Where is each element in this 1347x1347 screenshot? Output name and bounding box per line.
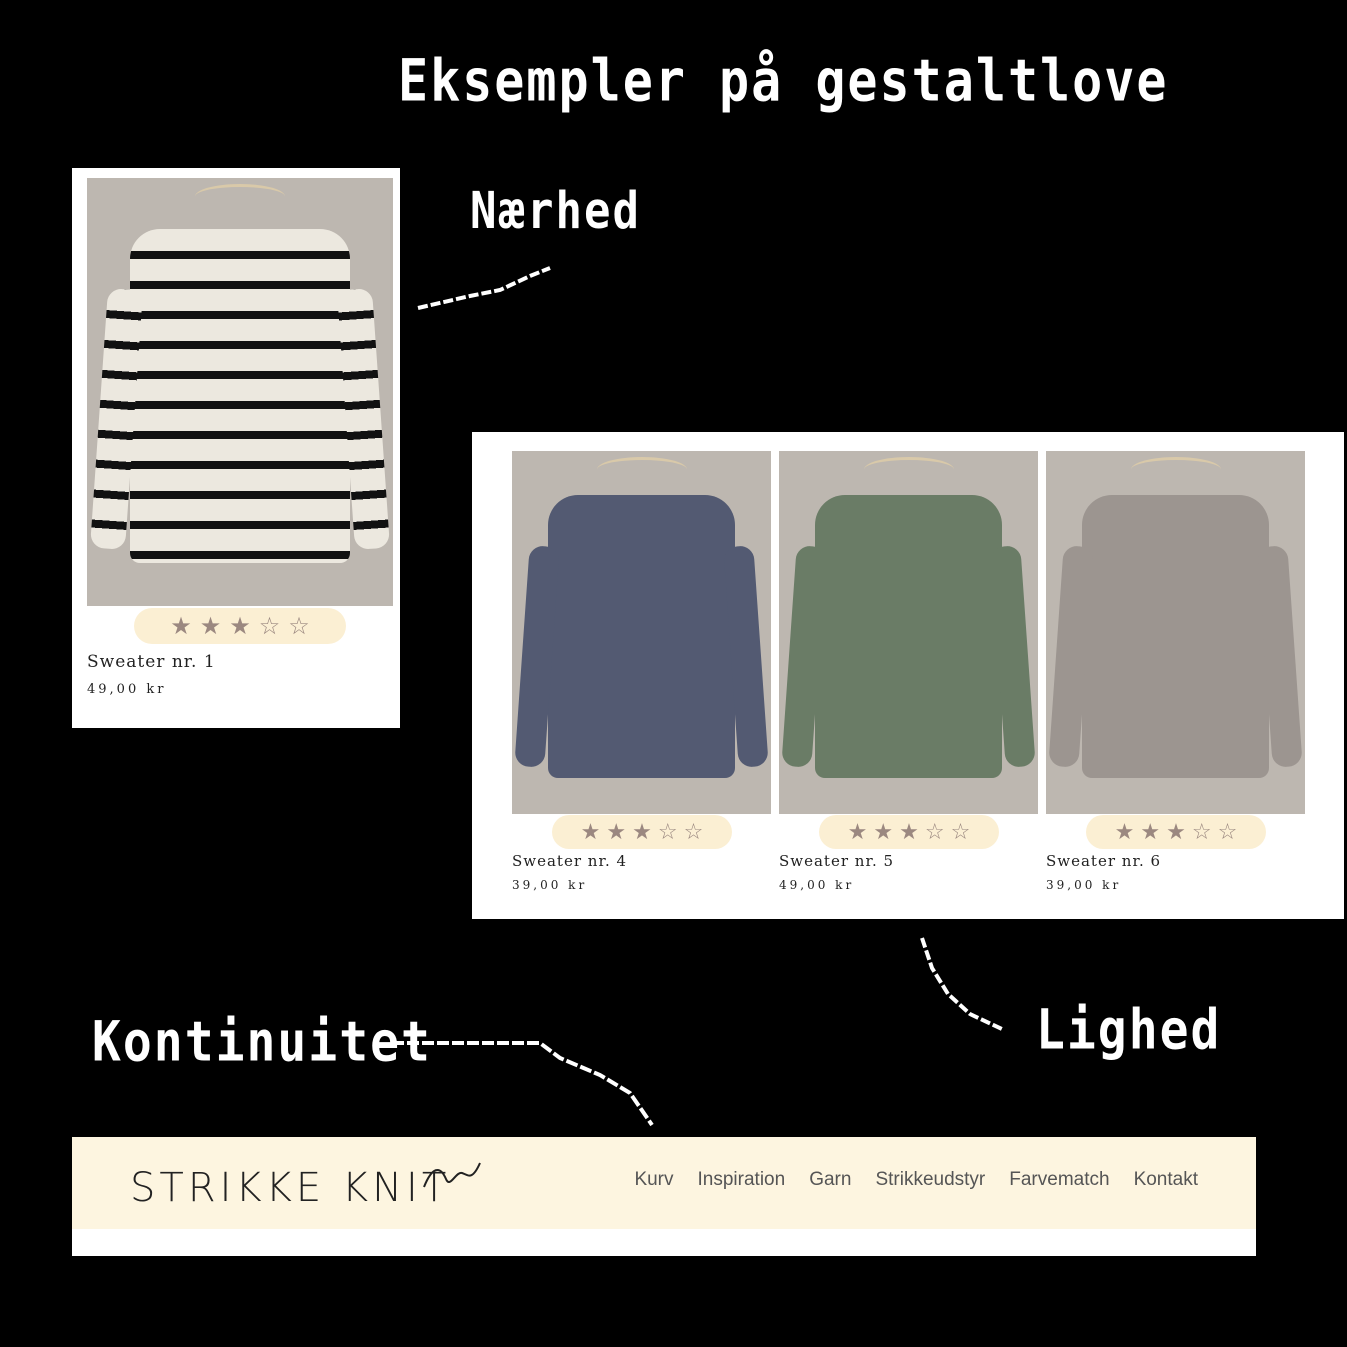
star-filled-icon: ★ <box>229 612 251 640</box>
product-price: 39,00 kr <box>512 878 588 892</box>
product-image[interactable] <box>512 451 771 814</box>
star-empty-icon: ☆ <box>258 612 281 640</box>
product-name[interactable]: Sweater nr. 5 <box>779 852 894 870</box>
star-filled-icon: ★ <box>199 612 222 640</box>
navbar: STRIKKE KNIT Kurv Inspiration Garn Strikkeu… <box>72 1137 1256 1229</box>
label-continuity: Kontinuitet <box>92 1009 432 1075</box>
rating-pill: ★ ★ ★ ☆ ☆ <box>552 815 732 849</box>
product-image[interactable] <box>87 178 393 606</box>
label-proximity: Nærhed <box>470 182 641 241</box>
rating-pill: ★ ★ ★ ☆ ☆ <box>1086 815 1266 849</box>
product-price: 39,00 kr <box>1046 878 1122 892</box>
nav-item-inspiration[interactable]: Inspiration <box>698 1169 786 1191</box>
nav-item-garn[interactable]: Garn <box>809 1169 851 1191</box>
nav-item-farvematch[interactable]: Farvematch <box>1009 1169 1109 1191</box>
product-card[interactable]: ★ ★ ★ ☆ ☆ Sweater nr. 6 39,00 kr <box>1046 432 1305 919</box>
star-filled-icon: ★ <box>170 612 192 640</box>
label-similarity: Lighed <box>1036 997 1222 1063</box>
sweater-illustration <box>781 494 1036 778</box>
nav-item-kontakt[interactable]: Kontakt <box>1134 1169 1198 1191</box>
hanger-icon <box>1130 457 1221 482</box>
star-empty-icon: ☆ <box>683 819 704 845</box>
page-title: Eksempler på gestaltlove <box>398 47 1169 115</box>
star-filled-icon: ★ <box>847 819 868 845</box>
star-filled-icon: ★ <box>899 819 919 845</box>
nav-menu: Kurv Inspiration Garn Strikkeudstyr Farvemat… <box>634 1169 1198 1191</box>
star-empty-icon: ☆ <box>1217 819 1238 845</box>
proximity-arrow-stroke <box>417 266 551 310</box>
striped-sweater-illustration <box>89 229 391 564</box>
star-filled-icon: ★ <box>873 819 894 845</box>
product-grid: ★ ★ ★ ☆ ☆ Sweater nr. 4 39,00 kr ★ ★ ★ ☆ ☆ Sweater n… <box>472 432 1344 919</box>
yarn-squiggle-icon <box>423 1162 481 1188</box>
product-price: 49,00 kr <box>87 682 167 697</box>
star-filled-icon: ★ <box>606 819 627 845</box>
product-card-single[interactable]: ★ ★ ★ ☆ ☆ Sweater nr. 1 49,00 kr <box>72 168 400 728</box>
product-card[interactable]: ★ ★ ★ ☆ ☆ Sweater nr. 5 49,00 kr <box>779 432 1038 919</box>
hanger-icon <box>863 457 954 482</box>
star-filled-icon: ★ <box>1114 819 1135 845</box>
product-image[interactable] <box>779 451 1038 814</box>
nav-item-strikkeudstyr[interactable]: Strikkeudstyr <box>875 1169 985 1191</box>
product-price: 49,00 kr <box>779 878 855 892</box>
star-filled-icon: ★ <box>1140 819 1161 845</box>
product-name[interactable]: Sweater nr. 4 <box>512 852 627 870</box>
star-filled-icon: ★ <box>632 819 652 845</box>
sweater-illustration <box>1048 494 1303 778</box>
star-empty-icon: ☆ <box>1191 819 1212 845</box>
star-filled-icon: ★ <box>580 819 601 845</box>
rating-pill: ★ ★ ★ ☆ ☆ <box>134 608 346 644</box>
hanger-icon <box>596 457 687 482</box>
logo[interactable]: STRIKKE KNIT <box>130 1165 450 1211</box>
similarity-arrow-stroke <box>920 937 1005 1032</box>
product-image[interactable] <box>1046 451 1305 814</box>
rating-pill: ★ ★ ★ ☆ ☆ <box>819 815 999 849</box>
star-filled-icon: ★ <box>1166 819 1186 845</box>
navbar-shadow-strip <box>72 1229 1256 1256</box>
hanger-icon <box>195 184 285 209</box>
star-empty-icon: ☆ <box>288 612 310 640</box>
product-name[interactable]: Sweater nr. 1 <box>87 652 216 672</box>
star-empty-icon: ☆ <box>657 819 678 845</box>
product-name[interactable]: Sweater nr. 6 <box>1046 852 1161 870</box>
product-card[interactable]: ★ ★ ★ ☆ ☆ Sweater nr. 4 39,00 kr <box>512 432 771 919</box>
nav-item-kurv[interactable]: Kurv <box>634 1169 673 1191</box>
sweater-illustration <box>514 494 769 778</box>
star-empty-icon: ☆ <box>924 819 945 845</box>
star-empty-icon: ☆ <box>950 819 971 845</box>
